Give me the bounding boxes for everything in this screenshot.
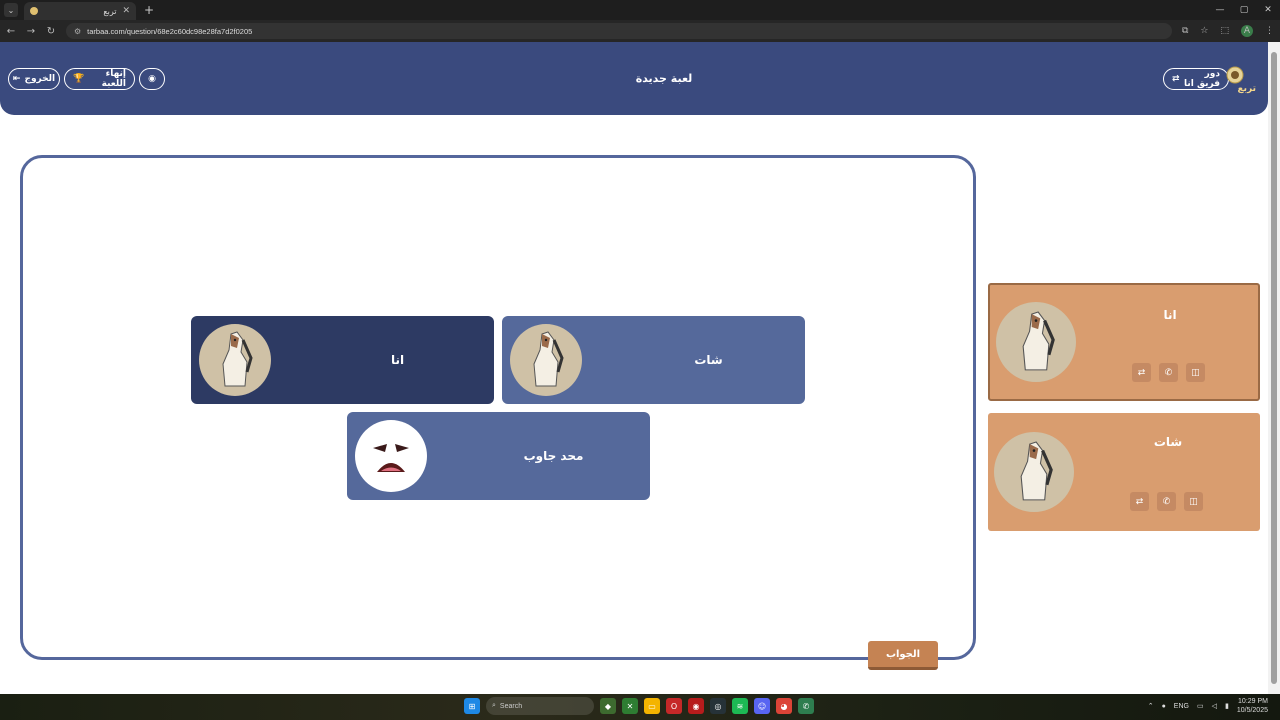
player-card-chat[interactable]: شات (502, 316, 805, 404)
tray-chevron-icon[interactable]: ⌃ (1148, 702, 1154, 710)
exit-label: الخروج (24, 74, 56, 84)
shuffle-icon: ⇄ (1172, 74, 1180, 84)
windows-start-icon[interactable]: ⊞ (464, 698, 480, 714)
discord-icon[interactable]: ☺ (754, 698, 770, 714)
horse-icon (994, 432, 1074, 512)
theme-button[interactable]: ◉ (139, 68, 165, 90)
profile-avatar[interactable]: A (1241, 25, 1253, 37)
sad-face-icon (355, 420, 427, 492)
swap-icon[interactable]: ⇄ (1132, 363, 1151, 382)
taskbar-clock[interactable]: 10:29 PM 10/5/2025 (1237, 697, 1268, 715)
clock-time: 10:29 PM (1238, 698, 1268, 705)
player-name: انا (390, 353, 405, 367)
close-window-button[interactable]: ✕ (1256, 5, 1280, 15)
team-turn-button[interactable]: دور فريق انا ⇄ (1163, 68, 1229, 90)
app-red-icon[interactable]: ◉ (688, 698, 704, 714)
back-icon[interactable]: ← (6, 26, 16, 37)
player-card-no-answer[interactable]: محد جاوب (347, 412, 650, 500)
trophy-icon: 🏆 (73, 74, 85, 84)
exit-button[interactable]: الخروج ⇤ (8, 68, 60, 90)
team-card-chat: شات ⇄ ✆ ◫ (988, 413, 1260, 531)
url-text: tarbaa.com/question/68e2c60dc98e28fa7d2f… (87, 26, 253, 36)
minimize-button[interactable]: — (1208, 5, 1232, 15)
search-label: Search (499, 702, 523, 710)
phone-icon[interactable]: ✆ (1157, 492, 1176, 511)
chrome-icon[interactable]: ◕ (776, 698, 792, 714)
reload-icon[interactable]: ↻ (46, 26, 56, 37)
maximize-button[interactable]: ▢ (1232, 5, 1256, 15)
battery-icon[interactable]: ▮ (1225, 702, 1229, 710)
whatsapp-icon[interactable]: ✆ (798, 698, 814, 714)
player-name: محد جاوب (523, 449, 584, 463)
file-explorer-icon[interactable]: ▭ (644, 698, 660, 714)
horse-icon (996, 302, 1076, 382)
logo-text: تربع (1237, 84, 1256, 94)
mic-icon[interactable]: ● (1162, 703, 1166, 710)
system-tray: ⌃ ● ENG ▭ ◁ ▮ 10:29 PM 10/5/2025 (1148, 697, 1268, 715)
nvidia-icon[interactable]: ◆ (600, 698, 616, 714)
page-title: لعبة جديدة (635, 72, 693, 85)
steam-icon[interactable]: ◎ (710, 698, 726, 714)
team-card-ana: انا ⇄ ✆ ◫ (988, 283, 1260, 401)
player-card-ana[interactable]: انا (191, 316, 494, 404)
exit-icon: ⇤ (12, 74, 21, 84)
phone-icon[interactable]: ✆ (1159, 363, 1178, 382)
horse-icon (199, 324, 271, 396)
team-name: انا (1163, 308, 1177, 322)
spotify-icon[interactable]: ≋ (732, 698, 748, 714)
browser-tab-bar: ⌄ تربع ✕ + — ▢ ✕ (0, 0, 1280, 20)
opera-icon[interactable]: O (666, 698, 682, 714)
scroll-thumb[interactable] (1271, 52, 1277, 684)
end-game-label: إنهاء اللعبة (101, 69, 126, 89)
window-controls: — ▢ ✕ (1208, 5, 1280, 15)
volume-icon[interactable]: ◁ (1212, 702, 1217, 710)
network-icon[interactable]: ▭ (1197, 702, 1204, 710)
address-bar[interactable]: ⚙ tarbaa.com/question/68e2c60dc98e28fa7d… (66, 23, 1172, 39)
page-scrollbar[interactable] (1268, 42, 1280, 694)
search-icon: ⌕ (492, 702, 496, 709)
browser-toolbar: ← → ↻ ⚙ tarbaa.com/question/68e2c60dc98e… (0, 20, 1280, 42)
browser-menu-icon[interactable]: ⋮ (1265, 26, 1274, 36)
answer-button[interactable]: الجواب (868, 641, 938, 670)
split-icon[interactable]: ◫ (1186, 363, 1205, 382)
team-name: شات (1153, 435, 1183, 449)
site-info-icon[interactable]: ⚙ (74, 27, 81, 36)
end-game-button[interactable]: إنهاء اللعبة 🏆 (64, 68, 135, 90)
team-turn-label: دور فريق انا (1184, 69, 1220, 89)
extensions-icon[interactable]: ⬚ (1220, 26, 1229, 36)
site-favicon-icon (30, 7, 38, 15)
bookmark-star-icon[interactable]: ☆ (1200, 26, 1208, 36)
new-tab-button[interactable]: + (144, 3, 154, 17)
team-tools: ⇄ ✆ ◫ (1132, 363, 1205, 382)
taskbar-search[interactable]: ⌕ Search (486, 697, 594, 715)
app-header: الخروج ⇤ إنهاء اللعبة 🏆 ◉ لعبة جديدة دور… (0, 42, 1268, 115)
windows-taskbar: ⊞ ⌕ Search ◆ ✕ ▭ O ◉ ◎ ≋ ☺ ◕ ✆ ⌃ ● ENG ▭… (0, 694, 1280, 720)
horse-icon (510, 324, 582, 396)
player-name: شات (694, 353, 723, 367)
install-app-icon[interactable]: ⧉ (1182, 26, 1188, 36)
team-tools: ⇄ ✆ ◫ (1130, 492, 1203, 511)
forward-icon[interactable]: → (26, 26, 36, 37)
swap-icon[interactable]: ⇄ (1130, 492, 1149, 511)
browser-tab[interactable]: تربع ✕ (24, 2, 136, 20)
close-tab-icon[interactable]: ✕ (122, 6, 130, 16)
split-icon[interactable]: ◫ (1184, 492, 1203, 511)
clock-date: 10/5/2025 (1236, 707, 1268, 714)
xbox-icon[interactable]: ✕ (622, 698, 638, 714)
palette-icon: ◉ (148, 74, 156, 84)
language-indicator[interactable]: ENG (1174, 703, 1189, 710)
tab-search-button[interactable]: ⌄ (4, 3, 18, 17)
game-board (20, 155, 976, 660)
tab-title: تربع (103, 6, 117, 16)
